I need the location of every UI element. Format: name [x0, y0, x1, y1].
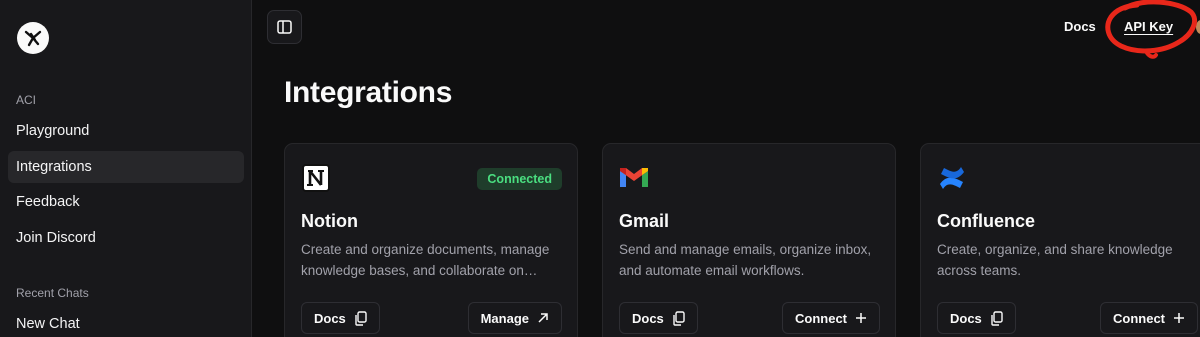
sidebar-item-join-discord[interactable]: Join Discord [8, 222, 244, 254]
recent-chat-label: New Chat [16, 316, 80, 332]
card-title: Notion [301, 211, 358, 231]
integration-card-confluence: Confluence Create, organize, and share k… [920, 143, 1200, 337]
integration-card-gmail: Gmail Send and manage emails, organize i… [602, 143, 896, 337]
connect-button[interactable]: Connect [1100, 302, 1198, 334]
docs-button[interactable]: Docs [301, 302, 380, 334]
manage-button[interactable]: Manage [467, 302, 562, 334]
aci-logo-icon[interactable] [17, 22, 49, 54]
docs-button[interactable]: Docs [619, 302, 698, 334]
card-title: Confluence [937, 211, 1036, 231]
recent-chat-item[interactable]: New Chat [8, 308, 244, 337]
copy-icon [673, 310, 685, 326]
docs-link[interactable]: Docs [1064, 19, 1096, 34]
sidebar-item-label: Feedback [16, 194, 80, 210]
arrow-up-right-icon [538, 313, 548, 323]
button-label: Docs [632, 310, 664, 326]
integration-card-notion: Connected Notion Create and organize doc… [284, 143, 578, 337]
button-label: Manage [480, 310, 529, 326]
plus-icon [856, 313, 866, 323]
button-label: Connect [1113, 310, 1165, 326]
sidebar-item-label: Join Discord [16, 230, 96, 246]
sidebar-item-label: Integrations [16, 159, 92, 175]
docs-button[interactable]: Docs [937, 302, 1016, 334]
sidebar: ACI Playground Integrations Feedback Joi… [0, 0, 252, 337]
button-label: Docs [314, 310, 346, 326]
card-description: Create, organize, and share knowledge ac… [937, 242, 1173, 278]
card-description: Create and organize documents, manage kn… [301, 242, 550, 278]
card-title: Gmail [619, 211, 670, 231]
sidebar-item-playground[interactable]: Playground [8, 115, 244, 147]
section-label-aci: ACI [16, 93, 37, 107]
plus-icon [1174, 313, 1184, 323]
sidebar-toggle-icon [277, 20, 292, 34]
confluence-icon [936, 162, 968, 194]
sidebar-item-integrations[interactable]: Integrations [8, 151, 244, 183]
section-label-recent-chats: Recent Chats [16, 286, 89, 300]
button-label: Connect [795, 310, 847, 326]
sidebar-toggle-button[interactable] [267, 10, 302, 44]
main-content: Integrations Connected Notion Create and… [253, 0, 1200, 337]
api-key-link[interactable]: API Key [1124, 19, 1173, 34]
copy-icon [355, 310, 367, 326]
copy-icon [991, 310, 1003, 326]
connect-button[interactable]: Connect [782, 302, 880, 334]
notion-icon [300, 162, 332, 194]
sidebar-item-feedback[interactable]: Feedback [8, 186, 244, 218]
sidebar-item-label: Playground [16, 123, 90, 139]
status-badge: Connected [477, 168, 562, 190]
card-description: Send and manage emails, organize inbox, … [619, 242, 872, 278]
gmail-icon [618, 162, 650, 194]
button-label: Docs [950, 310, 982, 326]
avatar[interactable] [1196, 20, 1200, 34]
page-title: Integrations [284, 76, 453, 109]
